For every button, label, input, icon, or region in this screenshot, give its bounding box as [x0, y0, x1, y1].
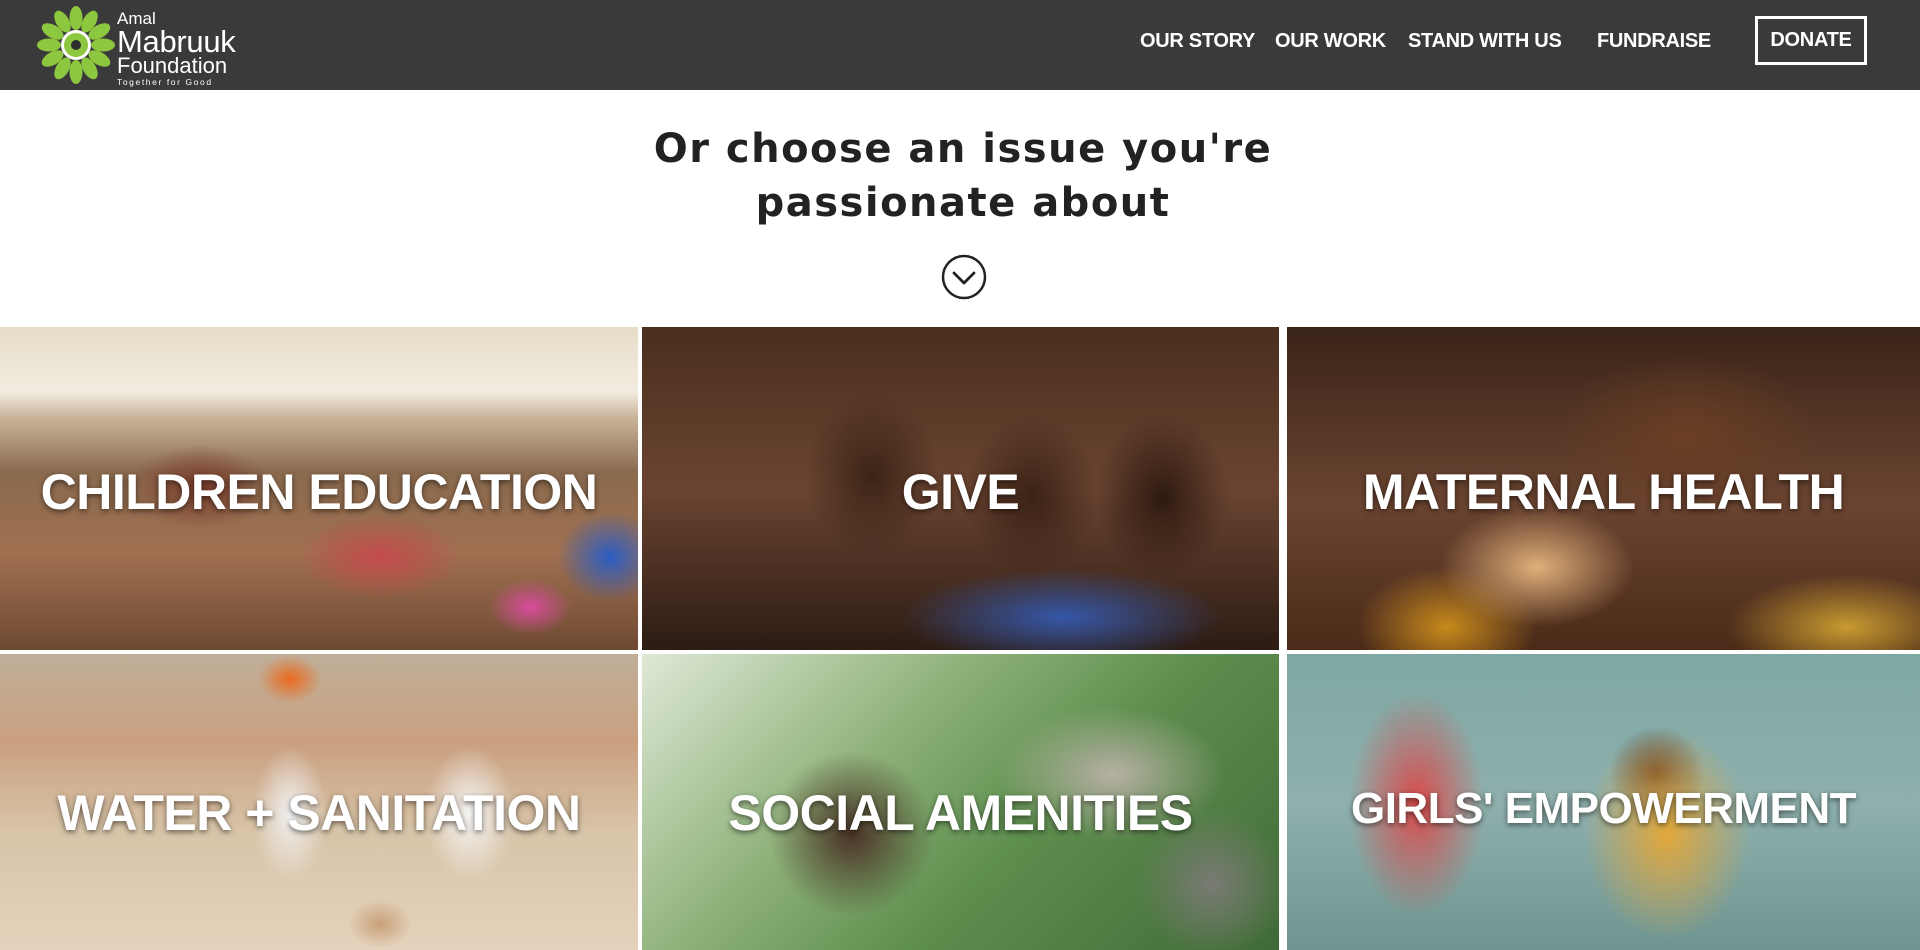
- logo-tagline: Together for Good: [117, 77, 213, 87]
- tile-girls-empowerment[interactable]: GIRLS' EMPOWERMENT: [1287, 654, 1920, 950]
- nav-stand-with-us[interactable]: STAND WITH US: [1408, 30, 1562, 53]
- heading-line-2: passionate about: [755, 180, 1171, 226]
- nav-our-work[interactable]: OUR WORK: [1275, 30, 1386, 53]
- tile-label: CHILDREN EDUCATION: [40, 464, 598, 520]
- tile-maternal-health[interactable]: MATERNAL HEALTH: [1287, 327, 1920, 650]
- section-heading: Or choose an issue you're passionate abo…: [0, 122, 1920, 230]
- tile-label: MATERNAL HEALTH: [1362, 464, 1845, 520]
- sunflower-logo-icon: [37, 6, 115, 84]
- site-header: Amal Mabruuk Foundation Together for Goo…: [0, 0, 1920, 90]
- tile-give[interactable]: GIVE: [642, 327, 1279, 650]
- tile-label: GIRLS' EMPOWERMENT: [1350, 784, 1857, 833]
- nav-fundraise[interactable]: FUNDRAISE: [1597, 30, 1711, 53]
- tile-children-education[interactable]: CHILDREN EDUCATION: [0, 327, 638, 650]
- site-logo[interactable]: Amal Mabruuk Foundation Together for Goo…: [36, 4, 246, 86]
- logo-line-foundation: Foundation: [117, 53, 228, 78]
- tile-label: GIVE: [901, 464, 1020, 520]
- nav-our-story[interactable]: OUR STORY: [1140, 30, 1255, 53]
- tile-social-amenities[interactable]: SOCIAL AMENITIES: [642, 654, 1279, 950]
- heading-line-1: Or choose an issue you're: [653, 126, 1273, 172]
- donate-button[interactable]: DONATE: [1755, 16, 1867, 65]
- logo-wordmark: Amal Mabruuk Foundation Together for Goo…: [117, 10, 236, 87]
- tile-water-sanitation[interactable]: WATER + SANITATION: [0, 654, 638, 950]
- chevron-down-circle-icon[interactable]: [941, 254, 987, 300]
- tile-label: WATER + SANITATION: [57, 785, 581, 841]
- tile-label: SOCIAL AMENITIES: [728, 785, 1193, 841]
